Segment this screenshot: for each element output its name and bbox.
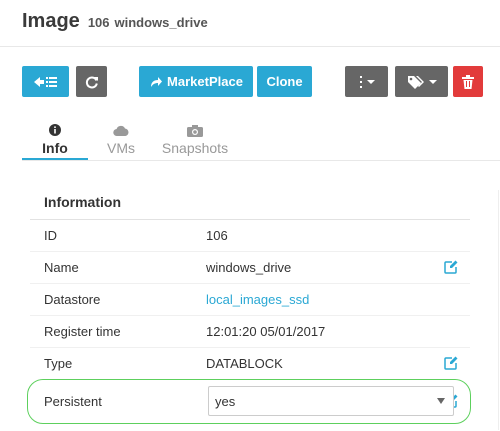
cloud-icon [113, 122, 129, 138]
tab-bar: Info VMs Snapshots [22, 118, 236, 160]
table-row: Datastore local_images_ssd [30, 284, 470, 316]
row-key: Name [44, 260, 79, 275]
share-arrow-icon [149, 76, 163, 88]
row-value: 106 [206, 228, 228, 243]
info-icon [49, 122, 61, 138]
row-value: DATABLOCK [206, 356, 283, 371]
labels-button[interactable] [395, 66, 448, 97]
edit-icon[interactable] [444, 356, 458, 370]
datastore-link[interactable]: local_images_ssd [206, 292, 309, 307]
information-title: Information [44, 194, 121, 210]
row-key: Datastore [44, 292, 101, 307]
back-button[interactable] [22, 66, 69, 97]
table-row: Name windows_drive [30, 252, 470, 284]
table-row: ID 106 [30, 220, 470, 252]
tags-icon [407, 75, 425, 89]
chevron-down-icon [428, 79, 437, 85]
header-divider [0, 46, 500, 47]
marketplace-label: MarketPlace [167, 74, 243, 89]
back-list-icon [33, 75, 58, 89]
camera-icon [187, 122, 203, 138]
vertical-ellipsis-icon [359, 75, 363, 89]
tab-snapshots[interactable]: Snapshots [154, 118, 236, 160]
row-value: 12:01:20 05/01/2017 [206, 324, 326, 339]
table-row: Type DATABLOCK [30, 348, 470, 380]
tab-vms[interactable]: VMs [88, 118, 154, 160]
chevron-down-icon [366, 79, 375, 85]
row-key: Type [44, 356, 73, 371]
tab-snapshots-label: Snapshots [161, 140, 229, 156]
clone-button[interactable]: Clone [257, 66, 312, 97]
tab-info[interactable]: Info [22, 118, 88, 160]
clone-label: Clone [266, 74, 303, 89]
table-row: Register time 12:01:20 05/01/2017 [30, 316, 470, 348]
image-name: windows_drive [114, 15, 208, 30]
image-id: 106 [87, 15, 110, 30]
marketplace-button[interactable]: MarketPlace [139, 66, 253, 97]
row-value: windows_drive [206, 260, 292, 275]
refresh-button[interactable] [76, 66, 107, 97]
row-key: ID [44, 228, 57, 243]
trash-icon [462, 74, 474, 89]
page-header: Image 106 windows_drive [22, 10, 208, 33]
tab-vms-label: VMs [107, 140, 135, 156]
toolbar: MarketPlace Clone [0, 66, 500, 98]
delete-button[interactable] [453, 66, 483, 97]
row-key: Register time [44, 324, 121, 339]
tab-info-label: Info [42, 140, 68, 156]
page-title: Image [22, 10, 80, 32]
tabs-divider [22, 160, 500, 161]
panel-divider [498, 190, 499, 430]
persistent-highlight-outline [27, 379, 471, 424]
more-actions-button[interactable] [345, 66, 388, 97]
refresh-icon [85, 75, 99, 89]
edit-icon[interactable] [444, 260, 458, 274]
